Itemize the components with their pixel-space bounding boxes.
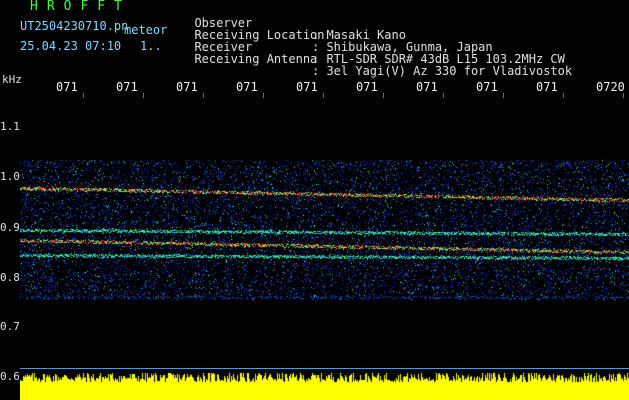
- spectrogram[interactable]: [20, 100, 629, 370]
- type-label: meteor: [124, 23, 168, 37]
- time-tick-label: 071: [536, 80, 558, 94]
- time-tick-mark: [563, 93, 564, 98]
- time-tick-label: 071: [416, 80, 438, 94]
- time-tick-mark: [623, 93, 624, 98]
- signal-level-bar: [20, 370, 629, 400]
- time-tick-mark: [143, 93, 144, 98]
- time-tick-label: 071: [356, 80, 378, 94]
- time-tick-label: 071: [236, 80, 258, 94]
- y-tick-label: 1.1: [0, 120, 20, 133]
- y-tick-label: 1.0: [0, 170, 20, 183]
- y-axis-unit: kHz: [2, 73, 22, 86]
- info-row-antenna: Receiving Antenna : 3el Yagi(V) Az 330 f…: [180, 41, 572, 77]
- time-tick-label: 0720: [596, 80, 625, 94]
- time-tick-label: 071: [56, 80, 78, 94]
- time-tick-label: 071: [296, 80, 318, 94]
- app-brand: HROFFT: [30, 0, 131, 14]
- y-tick-label: 0.8: [0, 271, 20, 284]
- filename-label: UT2504230710.pn: [20, 19, 129, 33]
- info-label: Receiving Antenna: [194, 52, 318, 66]
- y-tick-label: 0.6: [0, 370, 20, 383]
- time-tick-mark: [383, 93, 384, 98]
- y-tick-label: 0.7: [0, 320, 20, 333]
- time-tick-mark: [203, 93, 204, 98]
- time-tick-label: 071: [476, 80, 498, 94]
- time-tick-label: 071: [176, 80, 198, 94]
- time-tick-mark: [83, 93, 84, 98]
- y-tick-label: 0.9: [0, 221, 20, 234]
- datetime-label: 25.04.23 07:10: [20, 39, 122, 53]
- baseline-trace: [20, 368, 629, 369]
- time-tick-label: 071: [116, 80, 138, 94]
- time-tick-mark: [323, 93, 324, 98]
- count-label: 1..: [140, 39, 162, 53]
- time-tick-mark: [263, 93, 264, 98]
- time-tick-mark: [503, 93, 504, 98]
- info-value: : 3el Yagi(V) Az 330 for Vladivostok: [312, 64, 573, 78]
- time-tick-mark: [443, 93, 444, 98]
